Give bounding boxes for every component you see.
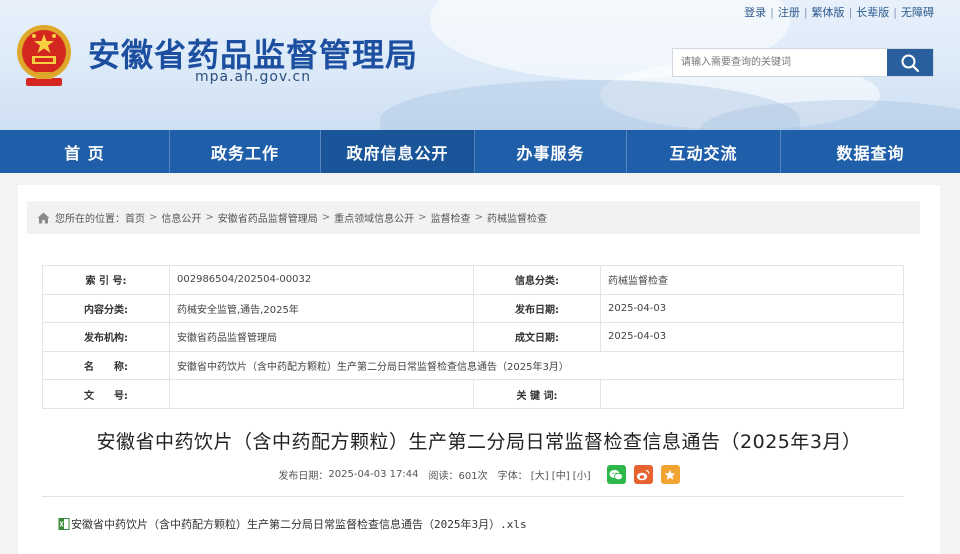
content-class-value: 药械安全监管,通告,2025年 bbox=[169, 293, 474, 324]
excel-file-icon bbox=[58, 518, 70, 530]
name-value: 安徽省中药饮片（含中药配方颗粒）生产第二分局日常监督检查信息通告（2025年3月… bbox=[169, 350, 904, 381]
nav-info-disclosure[interactable]: 政府信息公开 bbox=[321, 130, 475, 173]
divider bbox=[42, 496, 904, 497]
publisher-value: 安徽省药品监督管理局 bbox=[169, 322, 474, 352]
national-emblem-icon bbox=[17, 25, 71, 86]
info-class-value: 药械监督检查 bbox=[600, 265, 904, 295]
home-icon bbox=[37, 212, 50, 223]
wechat-icon bbox=[609, 469, 624, 480]
font-size-label: 字体： bbox=[497, 471, 528, 482]
breadcrumb-info-disclosure[interactable]: 信息公开 bbox=[161, 210, 201, 225]
breadcrumb-drug-device-inspection[interactable]: 药械监督检查 bbox=[487, 210, 547, 225]
favorite-button[interactable] bbox=[660, 465, 680, 484]
name-label: 名 称: bbox=[42, 350, 170, 381]
keywords-value bbox=[600, 379, 904, 409]
table-row: 名 称: 安徽省中药饮片（含中药配方颗粒）生产第二分局日常监督检查信息通告（20… bbox=[42, 350, 904, 381]
nav-government-work[interactable]: 政务工作 bbox=[170, 130, 321, 173]
attachment-filename[interactable]: 安徽省中药饮片（含中药配方颗粒）生产第二分局日常监督检查信息通告（2025年3月… bbox=[71, 516, 527, 532]
breadcrumb-supervision[interactable]: 监督检查 bbox=[431, 210, 471, 225]
font-size-large-button[interactable]: [大] bbox=[531, 471, 549, 482]
site-domain: mpa.ah.gov.cn bbox=[195, 69, 312, 85]
star-icon bbox=[664, 469, 676, 480]
breadcrumb-prefix: 您所在的位置： bbox=[55, 214, 125, 225]
doc-number-value bbox=[169, 379, 474, 409]
nav-interaction[interactable]: 互动交流 bbox=[627, 130, 781, 173]
register-link[interactable]: 注册 bbox=[778, 4, 800, 20]
content-class-label: 内容分类: bbox=[42, 293, 170, 324]
share-buttons bbox=[599, 465, 680, 484]
elder-mode-link[interactable]: 长辈版 bbox=[856, 4, 889, 20]
nav-services[interactable]: 办事服务 bbox=[475, 130, 627, 173]
breadcrumb-bureau[interactable]: 安徽省药品监督管理局 bbox=[218, 210, 318, 225]
info-class-label: 信息分类: bbox=[473, 265, 601, 295]
accessibility-link[interactable]: 无障碍 bbox=[901, 4, 934, 20]
font-size-small-button[interactable]: [小] bbox=[573, 471, 591, 482]
search-icon bbox=[901, 54, 920, 72]
breadcrumb-home[interactable]: 首页 bbox=[125, 210, 145, 225]
publish-time-label: 发布日期： bbox=[278, 471, 329, 482]
keywords-label: 关 键 词: bbox=[473, 379, 601, 409]
font-size-control: 字体： [大] [中] [小] bbox=[498, 467, 591, 482]
site-header: 登录 | 注册 | 繁体版 | 长辈版 | 无障碍 安徽省药品监督管理局 mpa… bbox=[0, 0, 960, 130]
views-count: 601次 bbox=[458, 471, 488, 482]
breadcrumb-key-areas[interactable]: 重点领域信息公开 bbox=[334, 210, 414, 225]
nav-home[interactable]: 首 页 bbox=[0, 130, 170, 173]
page: 登录 | 注册 | 繁体版 | 长辈版 | 无障碍 安徽省药品监督管理局 mpa… bbox=[0, 0, 960, 554]
table-row: 发布机构: 安徽省药品监督管理局 成文日期: 2025-04-03 bbox=[42, 322, 904, 352]
table-row: 索 引 号: 002986504/202504-00032 信息分类: 药械监督… bbox=[42, 265, 904, 295]
article-info-bar: 发布日期： 2025-04-03 17:44 阅读： 601次 字体： [大] … bbox=[18, 465, 940, 484]
created-date-label: 成文日期: bbox=[473, 322, 601, 352]
search-box bbox=[672, 48, 934, 77]
article-title: 安徽省中药饮片（含中药配方颗粒）生产第二分局日常监督检查信息通告（2025年3月… bbox=[96, 431, 862, 453]
login-link[interactable]: 登录 bbox=[744, 4, 766, 20]
share-weibo-button[interactable] bbox=[633, 465, 653, 484]
attachment-link[interactable]: 安徽省中药饮片（含中药配方颗粒）生产第二分局日常监督检查信息通告（2025年3月… bbox=[58, 516, 527, 532]
share-wechat-button[interactable] bbox=[606, 465, 626, 484]
breadcrumb: 您所在的位置： 首页 > 信息公开 > 安徽省药品监督管理局 > 重点领域信息公… bbox=[27, 201, 920, 234]
top-links: 登录 | 注册 | 繁体版 | 长辈版 | 无障碍 bbox=[744, 4, 934, 20]
index-number-label: 索 引 号: bbox=[42, 265, 170, 295]
search-button[interactable] bbox=[887, 49, 933, 76]
publish-date-value: 2025-04-03 bbox=[600, 293, 904, 324]
table-row: 内容分类: 药械安全监管,通告,2025年 发布日期: 2025-04-03 bbox=[42, 293, 904, 324]
table-row: 文 号: 关 键 词: bbox=[42, 379, 904, 409]
nav-data-query[interactable]: 数据查询 bbox=[781, 130, 960, 173]
views-label: 阅读： bbox=[428, 471, 459, 482]
main-nav: 首 页 政务工作 政府信息公开 办事服务 互动交流 数据查询 bbox=[0, 130, 960, 173]
index-number-value: 002986504/202504-00032 bbox=[169, 265, 474, 295]
font-size-medium-button[interactable]: [中] bbox=[552, 471, 570, 482]
publish-date-label: 发布日期: bbox=[473, 293, 601, 324]
document-meta-table: 索 引 号: 002986504/202504-00032 信息分类: 药械监督… bbox=[42, 265, 904, 409]
content-panel: 您所在的位置： 首页 > 信息公开 > 安徽省药品监督管理局 > 重点领域信息公… bbox=[18, 185, 940, 554]
publisher-label: 发布机构: bbox=[42, 322, 170, 352]
search-input[interactable] bbox=[673, 49, 887, 76]
publish-time-value: 2025-04-03 17:44 bbox=[328, 469, 419, 480]
created-date-value: 2025-04-03 bbox=[600, 322, 904, 352]
traditional-chinese-link[interactable]: 繁体版 bbox=[812, 4, 845, 20]
weibo-icon bbox=[636, 469, 650, 480]
doc-number-label: 文 号: bbox=[42, 379, 170, 409]
